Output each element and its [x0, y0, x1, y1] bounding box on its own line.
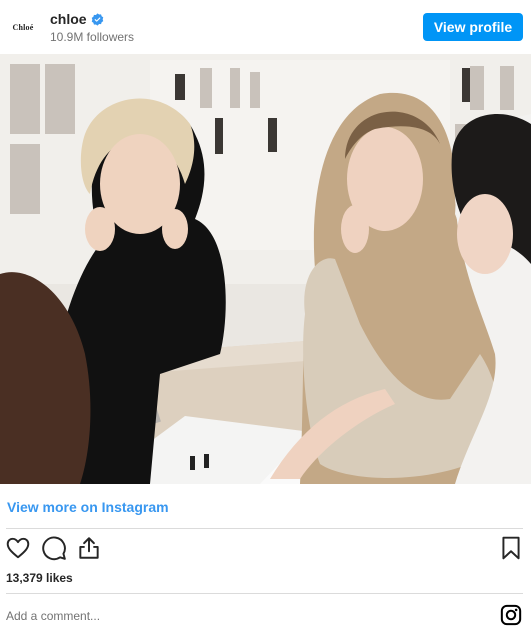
post-header: Chloé chloe 10.9M followers View profile: [0, 0, 531, 54]
heart-icon[interactable]: [5, 535, 31, 561]
divider: [6, 593, 523, 594]
follower-count: 10.9M followers: [50, 30, 135, 44]
comment-input[interactable]: Add a comment...: [6, 609, 100, 623]
post-image[interactable]: [0, 54, 531, 484]
view-profile-button[interactable]: View profile: [423, 13, 523, 41]
bookmark-icon[interactable]: [498, 535, 524, 561]
post-photo-illustration: [0, 54, 531, 484]
avatar[interactable]: Chloé: [8, 14, 38, 40]
action-bar: [0, 535, 531, 565]
view-more-link[interactable]: View more on Instagram: [7, 499, 169, 515]
share-icon[interactable]: [76, 535, 102, 561]
username-row: chloe: [50, 11, 104, 27]
like-count[interactable]: 13,379 likes: [6, 571, 73, 585]
verified-badge-icon: [91, 12, 103, 26]
username[interactable]: chloe: [50, 11, 87, 27]
comment-icon[interactable]: [41, 535, 67, 561]
divider: [6, 528, 523, 529]
instagram-icon[interactable]: [500, 604, 522, 626]
